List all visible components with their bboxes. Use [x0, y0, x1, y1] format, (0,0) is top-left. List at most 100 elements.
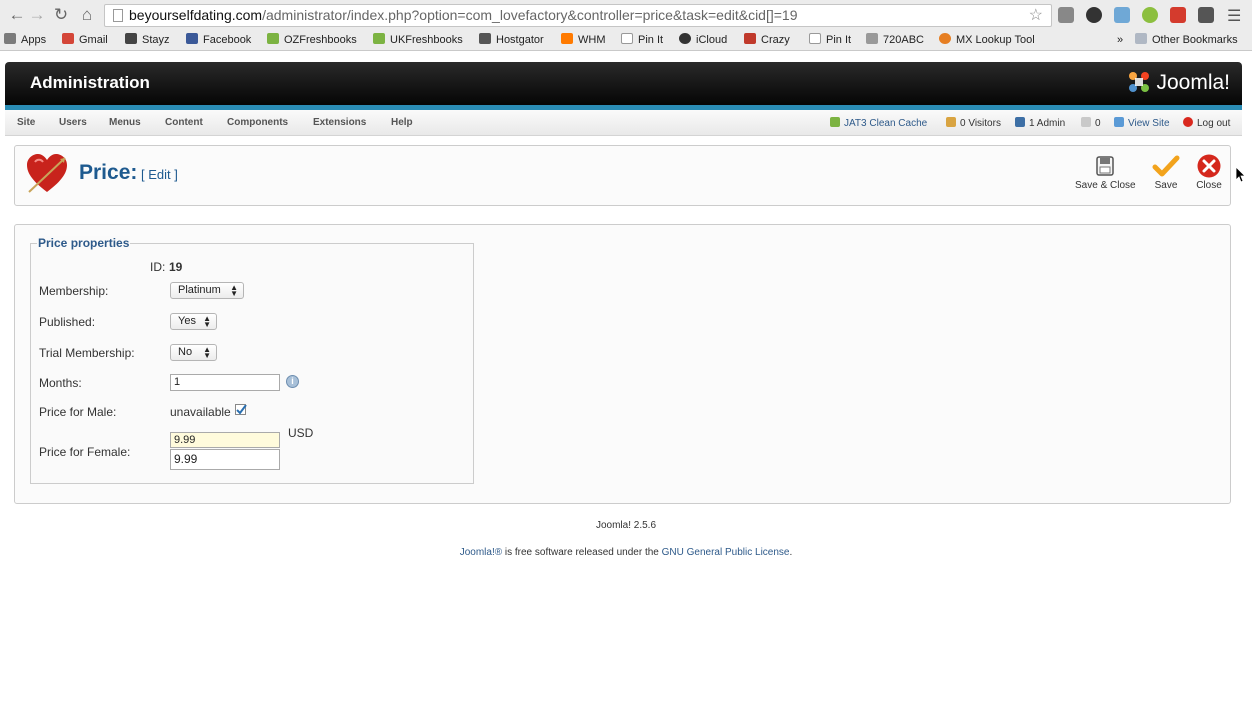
bookmark-item[interactable]: Crazy: [744, 33, 790, 48]
facebook-icon: [186, 33, 198, 44]
bookmarks-bar: Apps Gmail Stayz Facebook OZFreshbooks U…: [0, 32, 1252, 51]
url-path: /administrator/index.php?option=com_love…: [262, 7, 798, 23]
messages-icon: [1081, 117, 1091, 127]
menu-item-users[interactable]: Users: [59, 117, 87, 128]
apple-icon: [679, 33, 691, 44]
close-button[interactable]: Close: [1196, 154, 1222, 191]
bookmark-item[interactable]: WHM: [561, 33, 606, 48]
bookmark-star-icon[interactable]: ☆: [1029, 5, 1043, 26]
main-panel: Price properties ID: 19 Membership: Plat…: [14, 224, 1231, 504]
price-properties-fieldset: Price properties ID: 19 Membership: Plat…: [30, 236, 474, 484]
pocket-icon[interactable]: [1198, 7, 1214, 23]
home-icon[interactable]: ⌂: [77, 5, 97, 25]
gmail-icon: [62, 33, 74, 44]
bookmark-item[interactable]: Gmail: [62, 33, 108, 48]
gpl-link[interactable]: GNU General Public License: [662, 547, 790, 558]
membership-label: Membership:: [39, 284, 109, 298]
cpanel-icon: [561, 33, 573, 44]
extension-icon[interactable]: [1086, 7, 1102, 23]
logout-link[interactable]: Log out: [1183, 117, 1230, 129]
trial-membership-select[interactable]: No ▲ ▼: [170, 344, 217, 361]
back-icon[interactable]: ←: [7, 5, 27, 25]
bookmark-item[interactable]: UKFreshbooks: [373, 33, 463, 48]
menu-item-content[interactable]: Content: [165, 117, 203, 128]
heart-arrow-icon: [27, 154, 67, 193]
url-host: beyourselfdating.com: [129, 7, 263, 23]
menu-item-help[interactable]: Help: [391, 117, 413, 128]
joomla-logo: Joomla!: [1127, 70, 1230, 95]
view-site-icon: [1114, 117, 1124, 127]
checkmark-icon: [236, 404, 247, 415]
admin-menu-bar: Site Users Menus Content Components Exte…: [5, 110, 1242, 136]
page-icon: [113, 9, 123, 22]
fieldset-legend: Price properties: [37, 236, 131, 250]
bookmark-item[interactable]: Facebook: [186, 33, 251, 48]
price-female-input-secondary[interactable]: 9.99: [170, 449, 280, 470]
forward-icon[interactable]: →: [27, 5, 47, 25]
logo-text: Joomla!: [1156, 71, 1230, 94]
bookmark-item[interactable]: Pin It: [809, 33, 851, 48]
cache-icon: [830, 117, 840, 127]
bookmark-item[interactable]: Apps: [4, 33, 46, 48]
clean-cache-link[interactable]: JAT3 Clean Cache: [830, 117, 927, 129]
extension-icon[interactable]: [1058, 7, 1074, 23]
bookmarks-overflow-chevron[interactable]: »: [1117, 33, 1123, 48]
page-icon: [809, 33, 821, 44]
menu-item-site[interactable]: Site: [17, 117, 35, 128]
admins-status: 1 Admin: [1015, 117, 1065, 129]
menu-icon[interactable]: ☰: [1227, 6, 1241, 26]
admin-header: Administration Joomla!: [5, 62, 1242, 105]
visitors-icon: [946, 117, 956, 127]
leaf-icon: [267, 33, 279, 44]
price-female-label: Price for Female:: [39, 445, 131, 459]
toolbar-panel: Price: [ Edit ] Save & Close Save Close: [14, 145, 1231, 206]
hostgator-icon: [479, 33, 491, 44]
bookmark-folder[interactable]: Other Bookmarks: [1135, 33, 1238, 48]
price-male-unavailable-checkbox[interactable]: [235, 404, 247, 415]
android-icon[interactable]: [1142, 7, 1158, 23]
select-caret-icon: ▲ ▼: [230, 283, 238, 298]
months-input[interactable]: 1: [170, 374, 280, 391]
bookmark-item[interactable]: OZFreshbooks: [267, 33, 357, 48]
bookmark-item[interactable]: Stayz: [125, 33, 170, 48]
joomla-link[interactable]: Joomla!®: [460, 547, 502, 558]
reload-icon[interactable]: ↻: [51, 5, 71, 25]
close-label: Close: [1196, 180, 1222, 191]
720abc-icon: [866, 33, 878, 44]
address-bar[interactable]: beyourselfdating.com/administrator/index…: [104, 4, 1052, 27]
checkmark-icon: [1152, 155, 1180, 177]
membership-select[interactable]: Platinum ▲ ▼: [170, 282, 244, 299]
menu-item-menus[interactable]: Menus: [109, 117, 141, 128]
visitors-status: 0 Visitors: [946, 117, 1001, 129]
folder-icon: [1135, 33, 1147, 44]
menu-item-extensions[interactable]: Extensions: [313, 117, 366, 128]
flag-icon[interactable]: [1170, 7, 1186, 23]
save-close-icon: [1096, 156, 1115, 176]
info-icon[interactable]: i: [286, 375, 299, 388]
close-icon: [1197, 154, 1221, 178]
id-label: ID:: [150, 260, 166, 274]
save-close-button[interactable]: Save & Close: [1075, 154, 1136, 191]
select-caret-icon: ▲ ▼: [203, 345, 211, 360]
extension-icon[interactable]: [1114, 7, 1130, 23]
stayz-icon: [125, 33, 137, 44]
admin-title: Administration: [30, 73, 150, 92]
menu-item-components[interactable]: Components: [227, 117, 288, 128]
save-button[interactable]: Save: [1152, 154, 1180, 191]
page-icon: [621, 33, 633, 44]
bookmark-item[interactable]: 720ABC: [866, 33, 924, 48]
bookmark-item[interactable]: iCloud: [679, 33, 727, 48]
price-male-value: unavailable: [170, 405, 231, 419]
logout-icon: [1183, 117, 1193, 127]
price-male-label: Price for Male:: [39, 405, 117, 419]
bookmark-item[interactable]: MX Lookup Tool: [939, 33, 1035, 48]
messages-status[interactable]: 0: [1081, 117, 1101, 129]
view-site-link[interactable]: View Site: [1114, 117, 1170, 129]
id-value: 19: [169, 260, 183, 274]
mouse-cursor-icon: [1236, 167, 1245, 183]
bookmark-item[interactable]: Pin It: [621, 33, 663, 48]
bookmark-item[interactable]: Hostgator: [479, 33, 544, 48]
price-female-input[interactable]: 9.99: [170, 432, 280, 448]
mx-icon: [939, 33, 951, 44]
published-select[interactable]: Yes ▲ ▼: [170, 313, 217, 330]
